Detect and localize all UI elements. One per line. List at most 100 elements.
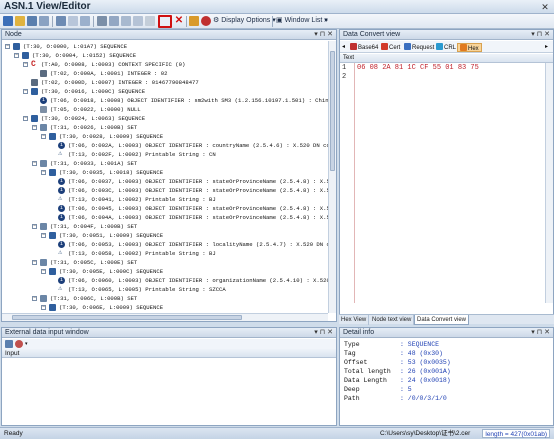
hex-text-editor[interactable]: 1 06 08 2A 81 1C CF 55 01 83 75 2 <box>340 63 553 303</box>
close-icon[interactable]: ✕ <box>540 2 550 12</box>
display-options-label: Display Options <box>221 17 271 24</box>
properties-icon[interactable] <box>80 16 90 26</box>
tree-node-label: (T:30, O:005E, L:000C) SEQUENCE <box>59 268 164 275</box>
open-folder-icon[interactable] <box>15 16 25 26</box>
set-node-icon <box>40 295 47 302</box>
expand-toggle-icon[interactable]: − <box>23 89 28 94</box>
insert-icon[interactable] <box>145 16 155 26</box>
hex-button[interactable]: Hex <box>457 43 482 52</box>
window-list-menu[interactable]: ▣ Window List ▾ <box>276 16 328 26</box>
save-icon[interactable] <box>27 16 37 26</box>
expand-toggle-icon[interactable]: − <box>23 116 28 121</box>
cut-icon[interactable] <box>97 16 107 26</box>
detail-row-type: Type: SEQUENCE <box>344 341 440 348</box>
expand-toggle-icon[interactable]: − <box>32 224 37 229</box>
node-panel-header: Node ▾ ⊓ ✕ <box>2 30 336 40</box>
base64-button[interactable]: Base64 <box>350 43 378 52</box>
request-icon <box>404 43 411 50</box>
scrollbar-thumb[interactable] <box>330 51 335 171</box>
panel-controls[interactable]: ▾ ⊓ ✕ <box>314 328 333 338</box>
tab-node-text-view[interactable]: Node text view <box>370 315 415 325</box>
document-icon[interactable] <box>68 16 78 26</box>
status-bar: Ready C:\Users\sy\Desktop\证书\2.cer lengt… <box>0 427 554 439</box>
seq-node-icon <box>31 88 38 95</box>
expand-toggle-icon[interactable]: − <box>14 53 19 58</box>
hex-line-text[interactable]: 06 08 2A 81 1C CF 55 01 83 75 <box>357 64 479 73</box>
scrollbar-thumb[interactable] <box>12 315 242 320</box>
tab-data-convert-view[interactable]: Data Convert view <box>414 315 470 325</box>
tree-node-label: (T:13, O:002F, L:0002) Printable String … <box>68 151 216 158</box>
tree-node-label: (T:31, O:004F, L:000B) SET <box>50 223 138 230</box>
expand-toggle-icon[interactable]: − <box>41 269 46 274</box>
panel-controls[interactable]: ▾ ⊓ ✕ <box>531 328 550 338</box>
detail-row-path: Path: /0/0/3/1/0 <box>344 395 447 402</box>
expand-toggle-icon[interactable]: − <box>23 62 28 67</box>
new-file-icon[interactable] <box>3 16 13 26</box>
input-textarea[interactable] <box>2 358 336 425</box>
expand-toggle-icon[interactable]: − <box>41 233 46 238</box>
save-all-icon[interactable] <box>39 16 49 26</box>
tree-node-label: (T:02, O:000A, L:0001) INTEGER : 02 <box>50 70 168 77</box>
set-node-icon <box>40 223 47 230</box>
panel-controls[interactable]: ▾ ⊓ ✕ <box>314 30 333 40</box>
oid-node-icon: i <box>58 178 65 185</box>
tree-node-label: (T:30, O:0035, L:0018) SEQUENCE <box>59 169 164 176</box>
expand-toggle-icon[interactable]: − <box>32 260 37 265</box>
expand-toggle-icon[interactable]: − <box>32 125 37 130</box>
display-options-menu[interactable]: ⚙ Display Options ▾ <box>213 16 276 26</box>
crl-button[interactable]: CRL <box>436 43 456 52</box>
panel-controls[interactable]: ▾ ⊓ ✕ <box>531 30 550 40</box>
decode-icon[interactable] <box>189 16 199 26</box>
input-section-header: Input <box>2 349 336 358</box>
str-node-icon: ⚠ <box>58 150 63 158</box>
vertical-scrollbar[interactable] <box>545 63 553 303</box>
toolbar-overflow-icon[interactable]: » <box>324 16 328 26</box>
delete-icon[interactable]: ✕ <box>174 16 184 26</box>
expand-toggle-icon[interactable]: − <box>41 305 46 310</box>
str-node-icon: ⚠ <box>58 249 63 257</box>
clear-icon[interactable] <box>15 340 23 348</box>
toolbar-divider <box>186 16 187 27</box>
paste-icon[interactable] <box>121 16 131 26</box>
expand-toggle-icon[interactable]: − <box>41 134 46 139</box>
tree-node-label: (T:31, O:0026, L:000B) SET <box>50 124 138 131</box>
chevron-down-icon[interactable]: ▾ <box>25 342 30 347</box>
detail-row-data-length: Data Length: 24 (0x0018) <box>344 377 451 384</box>
node-panel: Node ▾ ⊓ ✕ − (T:30, O:0000, L:01A7) SEQUE… <box>1 29 337 322</box>
seq-node-icon <box>22 52 29 59</box>
seq-node-icon <box>13 43 20 50</box>
next-arrow-icon[interactable]: ▸ <box>545 43 548 52</box>
horizontal-scrollbar[interactable] <box>2 313 328 321</box>
cert-button[interactable]: Cert <box>381 43 400 52</box>
expand-toggle-icon[interactable]: − <box>41 170 46 175</box>
paste-special-icon[interactable] <box>133 16 143 26</box>
gear-icon: ⚙ <box>213 17 220 24</box>
length-indicator: length = 427(0x01ab) <box>482 429 550 438</box>
insert-node-icon[interactable] <box>158 15 172 28</box>
expand-toggle-icon[interactable]: − <box>32 296 37 301</box>
record-icon[interactable] <box>201 16 211 26</box>
tree-node-label: (T:02, O:000D, L:0007) INTEGER : 0146779… <box>41 79 199 86</box>
prev-arrow-icon[interactable]: ◂ <box>342 43 345 52</box>
tree-node-label: (T:06, O:0060, L:0003) OBJECT IDENTIFIER… <box>68 277 328 284</box>
expand-toggle-icon[interactable]: − <box>32 161 37 166</box>
toolbar-divider <box>52 16 53 27</box>
copy-icon[interactable] <box>109 16 119 26</box>
asn1-tree[interactable]: − (T:30, O:0000, L:01A7) SEQUENCE − (T:30, … <box>2 41 328 313</box>
tree-node-label: (T:06, O:0037, L:0003) OBJECT IDENTIFIER… <box>68 178 328 185</box>
tree-node-label: (T:30, O:0024, L:0063) SEQUENCE <box>41 115 146 122</box>
set-node-icon <box>40 124 47 131</box>
load-icon[interactable] <box>5 340 13 348</box>
edit-icon[interactable] <box>56 16 66 26</box>
str-node-icon: ⚠ <box>58 195 63 203</box>
vertical-scrollbar[interactable] <box>328 41 336 313</box>
str-node-icon: ⚠ <box>58 285 63 293</box>
tree-node-label: (T:30, O:006E, L:0009) SEQUENCE <box>59 304 164 311</box>
set-node-icon <box>40 160 47 167</box>
oid-node-icon: i <box>58 205 65 212</box>
tab-hex-view[interactable]: Hex View <box>339 315 370 325</box>
detail-row-deep: Deep: 5 <box>344 386 412 393</box>
expand-toggle-icon[interactable]: − <box>5 44 10 49</box>
request-button[interactable]: Request <box>404 43 434 52</box>
tree-node-label: (T:06, O:002A, L:0003) OBJECT IDENTIFIER… <box>68 142 328 149</box>
